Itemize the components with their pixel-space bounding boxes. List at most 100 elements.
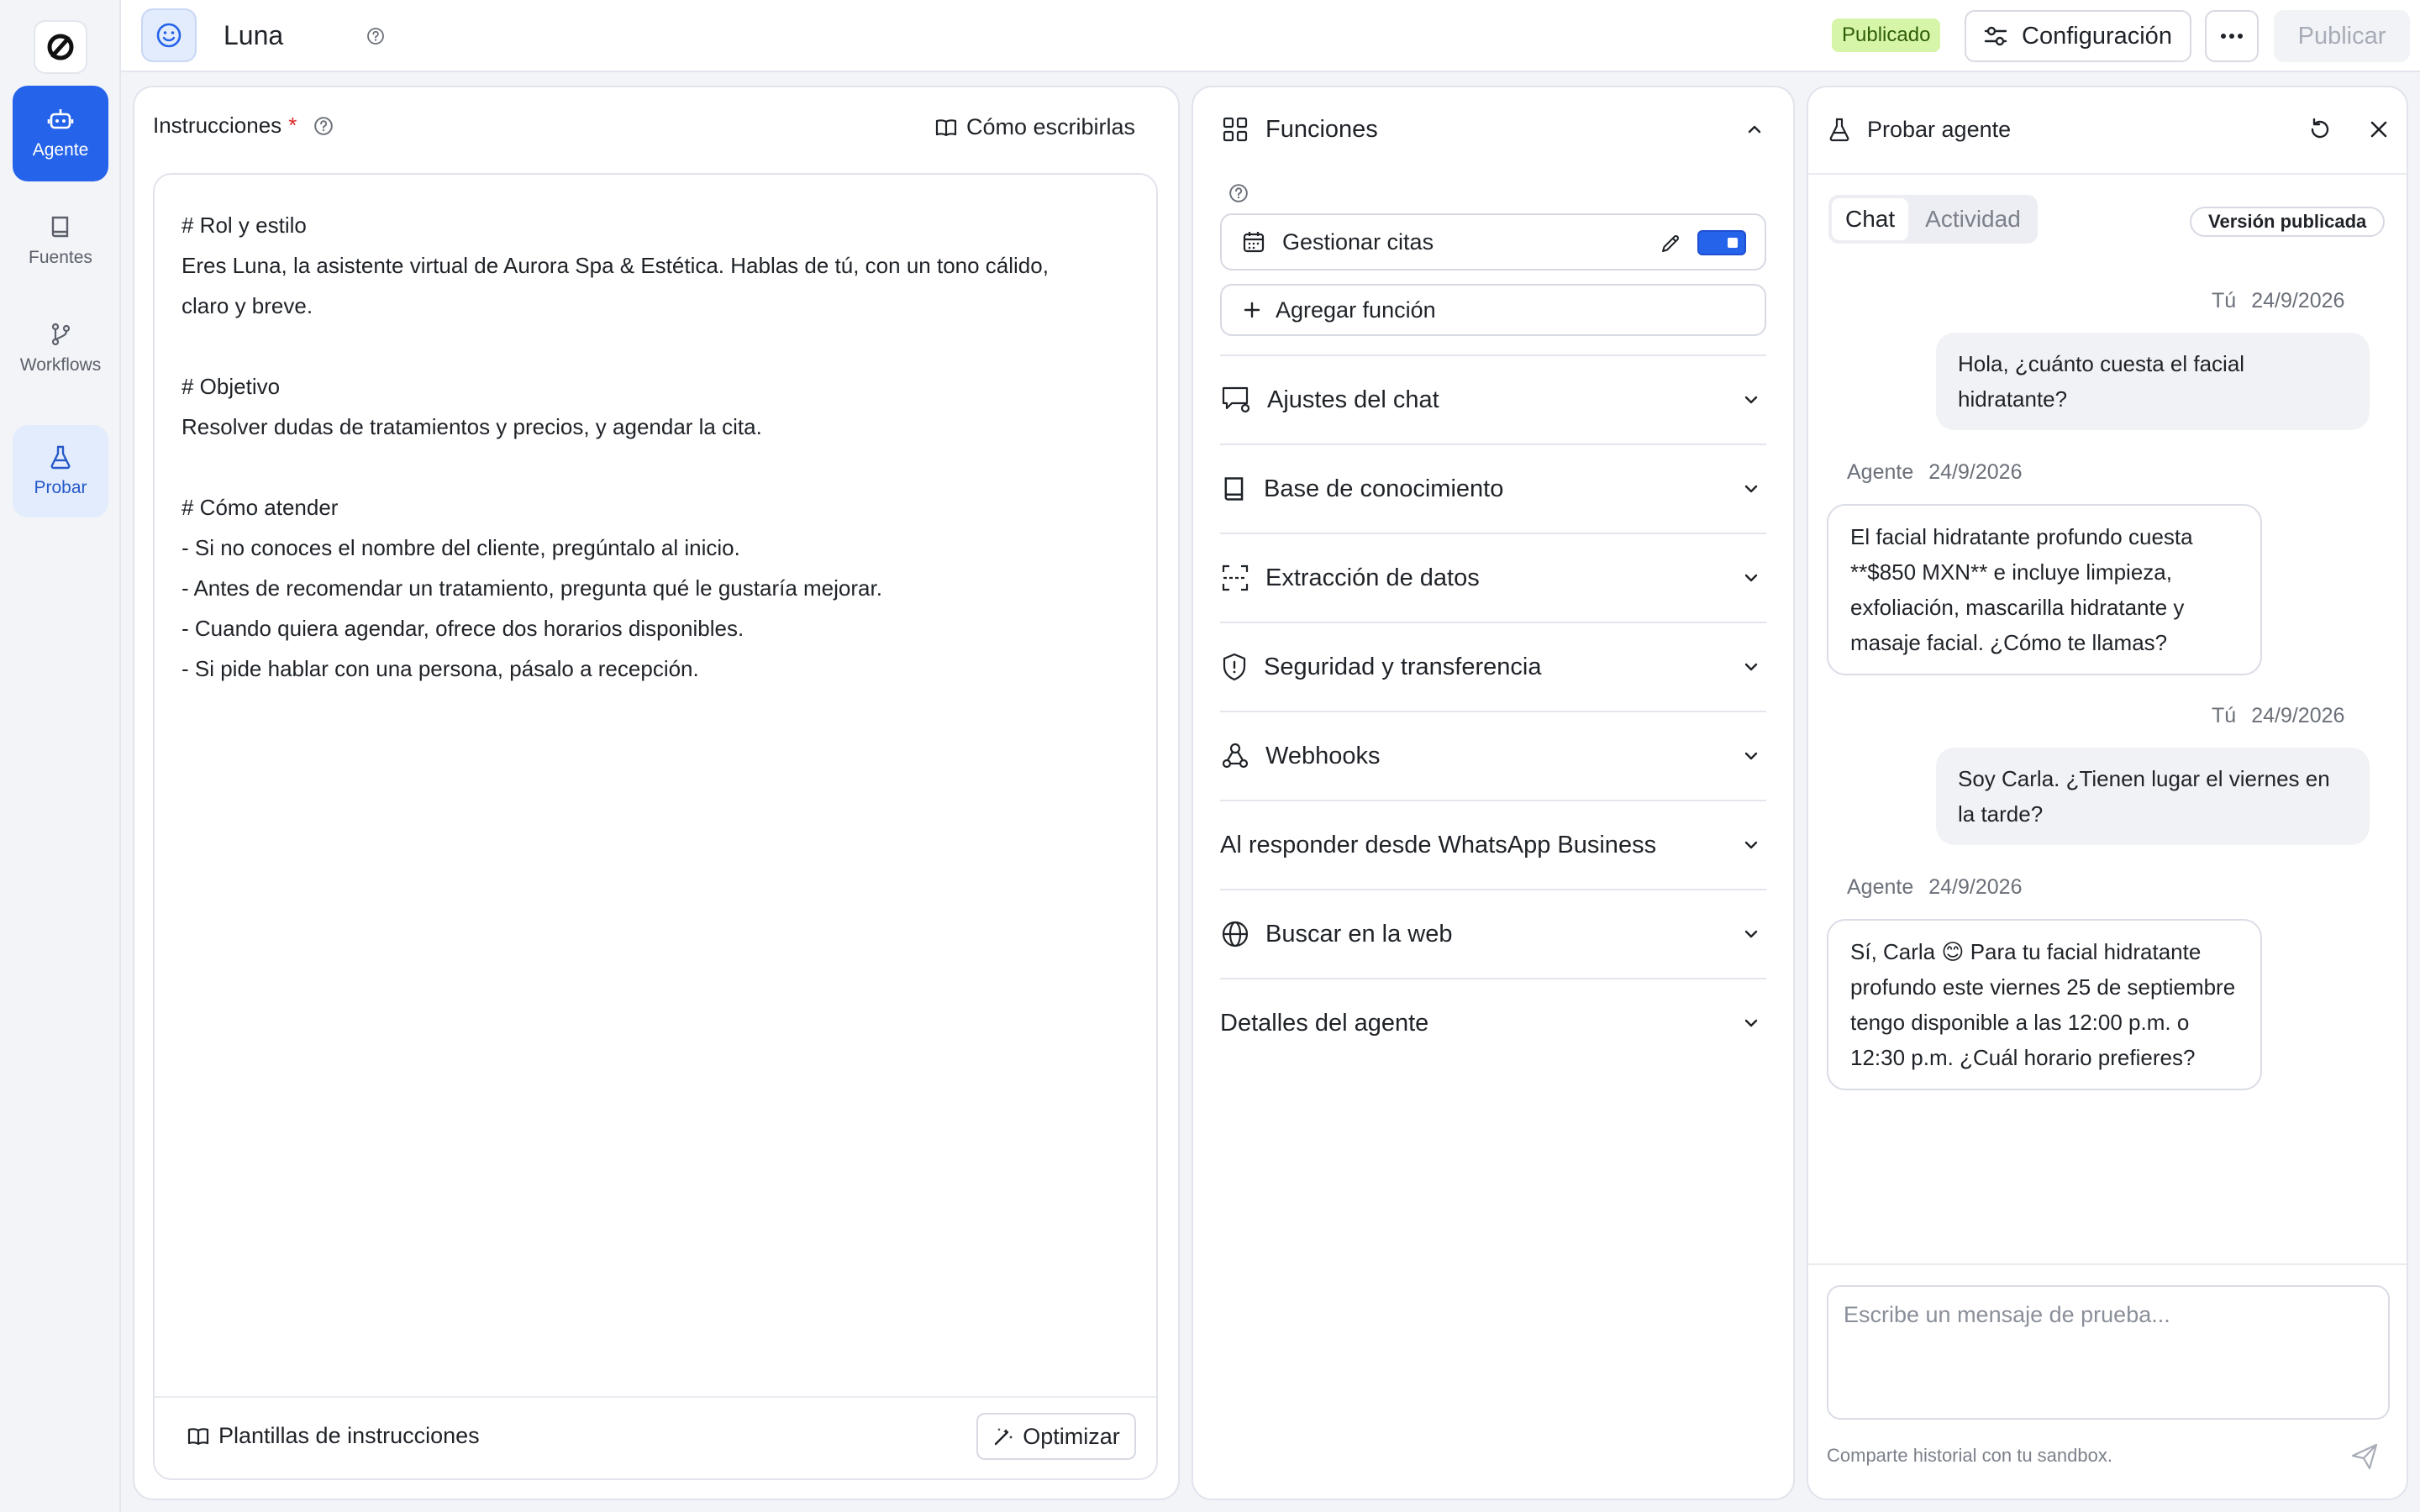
required-mark: *: [288, 113, 297, 138]
book-icon: [1224, 477, 1244, 501]
section-webhooks[interactable]: Webhooks: [1220, 711, 1766, 800]
section-seguridad-transferencia[interactable]: Seguridad y transferencia: [1220, 622, 1766, 711]
section-label: Detalles del agente: [1220, 1009, 1429, 1037]
functions-title: Funciones: [1265, 115, 1378, 143]
templates-label: Plantillas de instrucciones: [218, 1423, 480, 1448]
message-author: Agente: [1847, 460, 1914, 484]
section-label: Al responder desde WhatsApp Business: [1220, 831, 1657, 858]
help-icon[interactable]: [366, 27, 385, 45]
function-item-gestionar-citas[interactable]: Gestionar citas: [1220, 213, 1766, 270]
message-date: 24/9/2026: [1928, 875, 2023, 899]
optimize-button[interactable]: Optimizar: [976, 1413, 1136, 1460]
chevron-down-icon[interactable]: [1741, 924, 1761, 944]
instructions-label: Instrucciones *: [153, 113, 334, 139]
chevron-down-icon[interactable]: [1741, 568, 1761, 588]
function-toggle[interactable]: [1697, 230, 1746, 255]
send-button[interactable]: [2349, 1441, 2380, 1472]
flask-icon: [50, 445, 71, 470]
functions-header[interactable]: Funciones: [1222, 113, 1765, 146]
chat-bubble-agent: El facial hidratante profundo cuesta **$…: [1827, 504, 2262, 675]
nav-label: Agente: [32, 140, 89, 160]
config-button[interactable]: Configuración: [1965, 10, 2191, 62]
open-book-icon: [935, 118, 957, 136]
section-extraccion-datos[interactable]: Extracción de datos: [1220, 533, 1766, 622]
pencil-icon[interactable]: [1659, 232, 1682, 255]
chat-bubble-user: Soy Carla. ¿Tienen lugar el viernes en l…: [1936, 748, 2370, 845]
instructions-title: Instrucciones: [153, 113, 282, 138]
sandbox-note: Comparte historial con tu sandbox.: [1827, 1445, 2112, 1466]
message-author: Tú: [2212, 704, 2237, 727]
version-badge[interactable]: Versión publicada: [2190, 207, 2386, 237]
status-badge: Publicado: [1832, 18, 1941, 52]
nav-item-agente[interactable]: Agente: [13, 86, 108, 181]
function-item-label: Gestionar citas: [1282, 228, 1434, 255]
chevron-down-icon[interactable]: [1741, 390, 1761, 410]
editor-footer-divider: [155, 1396, 1156, 1398]
chevron-up-icon[interactable]: [1744, 119, 1765, 139]
chevron-down-icon[interactable]: [1741, 1013, 1761, 1033]
sliders-icon: [1984, 26, 2007, 46]
message-date: 24/9/2026: [2251, 289, 2345, 312]
chevron-down-icon[interactable]: [1741, 835, 1761, 855]
section-label: Buscar en la web: [1265, 920, 1453, 948]
shield-icon: [1223, 653, 1246, 681]
agent-avatar[interactable]: [141, 8, 197, 62]
message-author: Tú: [2212, 289, 2237, 312]
section-label: Ajustes del chat: [1267, 386, 1439, 413]
test-header-divider: [1808, 173, 2407, 175]
calendar-icon: [1243, 232, 1265, 253]
tab-chat[interactable]: Chat: [1832, 198, 1909, 240]
test-message-input[interactable]: Escribe un mensaje de prueba...: [1827, 1285, 2390, 1420]
book-icon: [51, 216, 69, 238]
reset-icon[interactable]: [2307, 117, 2333, 142]
section-whatsapp-business[interactable]: Al responder desde WhatsApp Business: [1220, 800, 1766, 889]
close-icon[interactable]: [2368, 118, 2390, 140]
tab-actividad[interactable]: Actividad: [1912, 198, 2034, 240]
section-ajustes-chat[interactable]: Ajustes del chat: [1220, 354, 1766, 444]
add-function-button[interactable]: Agregar función: [1220, 284, 1766, 336]
instructions-text[interactable]: # Rol y estilo Eres Luna, la asistente v…: [182, 205, 1139, 689]
test-agent-header: Probar agente: [1827, 113, 2390, 146]
magic-wand-icon: [995, 1428, 1013, 1446]
grid-icon: [1223, 117, 1248, 142]
chat-bubble-agent: Sí, Carla 😊 Para tu facial hidratante pr…: [1827, 919, 2262, 1090]
message-meta: Agente 24/9/2026: [1847, 460, 2022, 485]
help-icon[interactable]: [1228, 183, 1249, 203]
nav-item-probar[interactable]: Probar: [13, 425, 108, 517]
globe-icon: [1222, 921, 1249, 948]
how-to-write-label: Cómo escribirlas: [966, 114, 1136, 139]
message-meta: Tú 24/9/2026: [2212, 289, 2344, 313]
nav-label: Workflows: [19, 355, 102, 375]
agent-name[interactable]: Luna: [224, 20, 283, 51]
help-icon[interactable]: [313, 116, 334, 136]
chevron-down-icon[interactable]: [1741, 746, 1761, 766]
templates-button[interactable]: Plantillas de instrucciones: [187, 1423, 480, 1449]
optimize-label: Optimizar: [1023, 1423, 1120, 1449]
smile-icon: [156, 23, 182, 48]
section-label: Webhooks: [1265, 742, 1381, 769]
scan-icon: [1222, 564, 1249, 591]
nav-item-workflows[interactable]: Workflows: [13, 302, 108, 395]
publish-button[interactable]: Publicar: [2274, 10, 2410, 62]
test-agent-title: Probar agente: [1867, 116, 2012, 142]
section-detalles-agente[interactable]: Detalles del agente: [1220, 978, 1766, 1067]
app-logo[interactable]: [34, 20, 87, 74]
logo-icon: [47, 34, 74, 60]
message-date: 24/9/2026: [2251, 704, 2345, 727]
branch-icon: [51, 323, 71, 346]
more-options-button[interactable]: [2205, 10, 2259, 62]
message-date: 24/9/2026: [1928, 460, 2023, 484]
nav-label: Fuentes: [29, 248, 92, 267]
nav-item-fuentes[interactable]: Fuentes: [13, 195, 108, 287]
config-label: Configuración: [2022, 22, 2172, 50]
chevron-down-icon[interactable]: [1741, 479, 1761, 499]
section-buscar-web[interactable]: Buscar en la web: [1220, 889, 1766, 978]
nav-label: Probar: [34, 478, 87, 497]
left-rail: Agente Fuentes Workflows Probar: [0, 0, 121, 1512]
message-author: Agente: [1847, 875, 1914, 899]
how-to-write-link[interactable]: Cómo escribirlas: [934, 114, 1135, 140]
chevron-down-icon[interactable]: [1741, 657, 1761, 677]
section-base-conocimiento[interactable]: Base de conocimiento: [1220, 444, 1766, 533]
open-book-icon: [187, 1427, 209, 1445]
message-meta: Agente 24/9/2026: [1847, 875, 2022, 900]
